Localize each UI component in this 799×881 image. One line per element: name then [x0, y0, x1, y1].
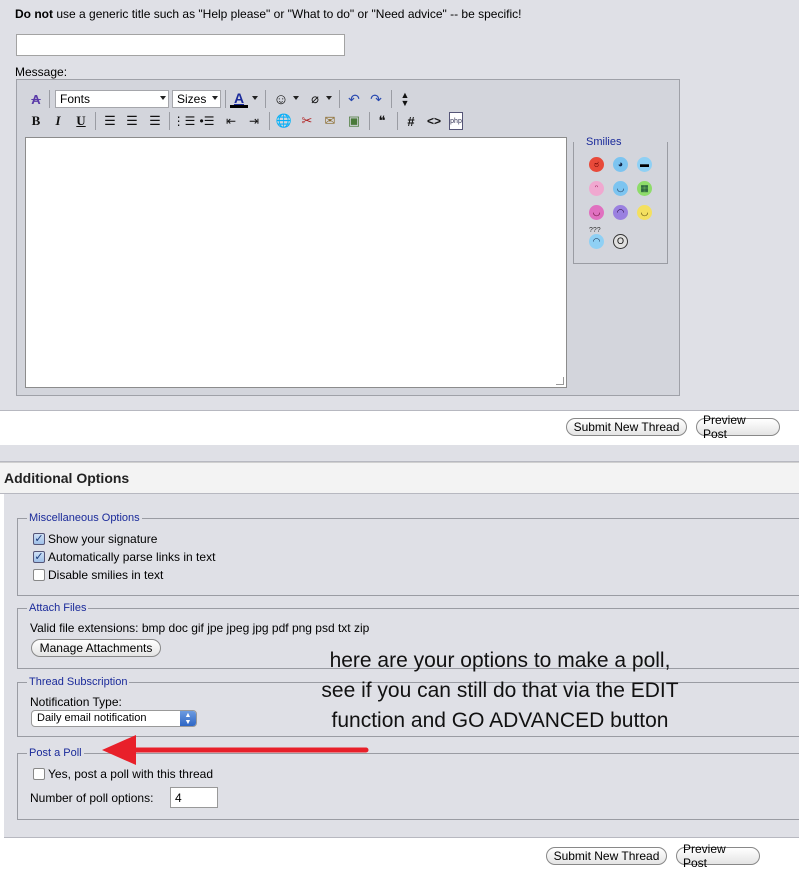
hash-button[interactable]: # — [402, 112, 420, 130]
attach-files-legend: Attach Files — [27, 602, 89, 614]
text-color-letter: A — [233, 89, 245, 106]
parse-links-label: Automatically parse links in text — [48, 550, 216, 564]
disable-smilies-label: Disable smilies in text — [48, 568, 164, 582]
unordered-list-icon[interactable]: •☰ — [198, 112, 216, 130]
submit-new-thread-button[interactable]: Submit New Thread — [566, 418, 687, 436]
grin-smilie-icon[interactable]: ▦ — [637, 181, 652, 196]
toolbar-separator — [49, 90, 50, 108]
notification-type-select[interactable]: Daily email notification ▲ ▼ — [31, 710, 197, 727]
additional-options-title: Additional Options — [4, 470, 130, 486]
insert-email-icon[interactable]: ✉ — [321, 112, 339, 130]
outdent-icon[interactable]: ⇤ — [222, 112, 240, 130]
select-stepper-icon: ▲ ▼ — [180, 711, 196, 726]
remove-format-icon[interactable]: A — [27, 90, 45, 108]
title-hint: Do not use a generic title such as "Help… — [15, 7, 521, 21]
title-hint-emphasis: Do not — [15, 7, 53, 21]
toolbar-separator — [269, 112, 270, 130]
mad-smilie-icon[interactable]: ಠ — [589, 157, 604, 172]
preview-post-button[interactable]: Preview Post — [696, 413, 780, 441]
toolbar-separator — [369, 112, 370, 130]
underline-button[interactable]: U — [72, 112, 90, 130]
notification-type-label: Notification Type: — [30, 695, 122, 709]
indent-icon[interactable]: ⇥ — [245, 112, 263, 130]
text-color-button[interactable]: A — [229, 89, 249, 109]
preview-post-button-bottom[interactable]: Preview Post — [676, 842, 760, 870]
sunglasses-smilie-icon[interactable]: ▬ — [637, 157, 652, 172]
thread-title-input[interactable] — [16, 34, 345, 56]
message-label: Message: — [15, 65, 68, 79]
toolbar-separator — [397, 112, 398, 130]
annotation-arrow-icon — [102, 735, 369, 765]
toolbar-separator — [391, 90, 392, 108]
eek-smilie-icon[interactable]: O — [613, 234, 628, 249]
resize-grip-icon[interactable] — [556, 377, 564, 385]
chevron-down-icon[interactable] — [251, 94, 259, 102]
manage-attachments-button[interactable]: Manage Attachments — [31, 639, 161, 657]
remove-link-icon[interactable]: ✂ — [298, 112, 316, 130]
title-hint-text: use a generic title such as "Help please… — [53, 7, 522, 21]
undo-icon[interactable]: ↶ — [345, 90, 363, 108]
php-button[interactable]: php — [449, 112, 463, 130]
disable-smilies-checkbox[interactable] — [33, 569, 45, 581]
show-signature-checkbox[interactable]: ✓ — [33, 533, 45, 545]
message-textarea[interactable] — [25, 137, 567, 388]
align-left-icon[interactable]: ☰ — [101, 112, 119, 130]
italic-button[interactable]: I — [49, 112, 67, 130]
submit-new-thread-button-bottom[interactable]: Submit New Thread — [546, 847, 667, 865]
annotation-line-3: function and GO ADVANCED button — [331, 709, 669, 732]
ordered-list-icon[interactable]: ⋮☰ — [173, 112, 196, 130]
font-dropdown-label: Fonts — [60, 92, 91, 106]
smile-blue-smilie-icon[interactable]: ◡ — [613, 181, 628, 196]
tongue-smilie-icon[interactable]: ᵔ — [589, 181, 604, 196]
redo-icon[interactable]: ↷ — [367, 90, 385, 108]
size-dropdown[interactable]: Sizes — [172, 90, 221, 108]
show-signature-label: Show your signature — [48, 532, 158, 546]
valid-extensions-text: Valid file extensions: bmp doc gif jpe j… — [30, 621, 370, 635]
poll-options-count-input[interactable] — [170, 787, 218, 808]
insert-link-icon[interactable]: 🌐 — [275, 112, 293, 130]
parse-links-checkbox[interactable]: ✓ — [33, 551, 45, 563]
insert-image-icon[interactable]: ▣ — [345, 112, 363, 130]
poll-options-count-label: Number of poll options: — [30, 791, 154, 805]
annotation-line-2: see if you can still do that via the EDI… — [321, 679, 679, 702]
pink-happy-smilie-icon[interactable]: ◡ — [589, 205, 604, 220]
resize-editor-icon[interactable]: ▲ ▼ — [399, 88, 411, 110]
post-poll-legend: Post a Poll — [27, 747, 84, 759]
text-color-swatch — [230, 104, 248, 108]
toolbar-separator — [265, 90, 266, 108]
notification-type-value: Daily email notification — [37, 712, 147, 724]
post-poll-label: Yes, post a poll with this thread — [48, 767, 213, 781]
thread-subscription-legend: Thread Subscription — [27, 676, 130, 688]
post-poll-checkbox[interactable] — [33, 768, 45, 780]
align-right-icon[interactable]: ☰ — [146, 112, 164, 130]
font-dropdown[interactable]: Fonts — [55, 90, 169, 108]
annotation-note: here are your options to make a poll, se… — [270, 646, 730, 736]
cool-smilie-icon[interactable]: ◕ — [613, 157, 628, 172]
code-button[interactable]: <> — [424, 112, 444, 130]
insert-smilie-icon[interactable]: ☺ — [272, 90, 290, 108]
size-dropdown-label: Sizes — [177, 92, 207, 106]
align-center-icon[interactable]: ☰ — [123, 112, 141, 130]
attachment-icon[interactable]: ⌀ — [307, 90, 323, 108]
chevron-down-icon[interactable] — [292, 94, 300, 102]
section-divider — [0, 445, 799, 462]
frown-smilie-icon[interactable]: ◠ — [613, 205, 628, 220]
chevron-down-icon — [160, 96, 166, 100]
toolbar-separator — [169, 112, 170, 130]
question-marks-icon: ??? — [589, 227, 601, 234]
toolbar-separator — [339, 90, 340, 108]
chevron-down-icon — [212, 96, 218, 100]
chevron-down-icon[interactable] — [325, 94, 333, 102]
annotation-line-1: here are your options to make a poll, — [329, 649, 671, 672]
apple-smilie-icon[interactable] — [637, 234, 652, 249]
misc-options-legend: Miscellaneous Options — [27, 512, 142, 524]
toolbar-separator — [225, 90, 226, 108]
confused-smilie-icon[interactable]: ◠ — [589, 234, 604, 249]
smile-smilie-icon[interactable]: ◡ — [637, 205, 652, 220]
smilies-legend: Smilies — [584, 136, 624, 148]
toolbar-separator — [95, 112, 96, 130]
bold-button[interactable]: B — [27, 112, 45, 130]
quote-icon[interactable]: ❝ — [373, 112, 391, 130]
